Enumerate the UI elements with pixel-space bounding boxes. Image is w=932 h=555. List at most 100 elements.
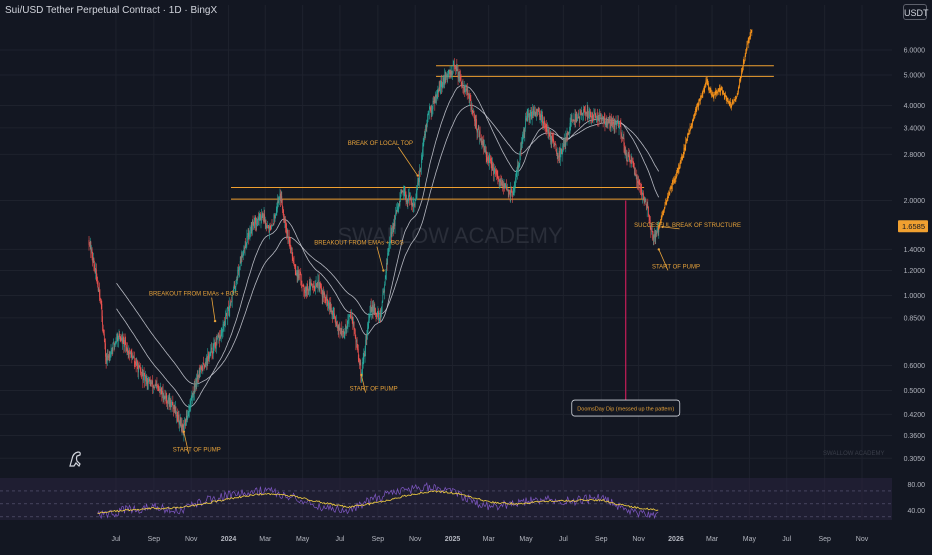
candle (346, 328, 348, 329)
candle (591, 115, 592, 119)
projection-candle (670, 186, 672, 188)
candle (451, 70, 453, 75)
candle (460, 80, 462, 83)
candle (275, 215, 277, 219)
candle (585, 111, 586, 115)
annotation-label: START OF PUMP (350, 387, 398, 393)
candle (599, 114, 601, 117)
candle (310, 281, 312, 285)
projection-candle (695, 108, 696, 114)
candle (198, 375, 199, 378)
candle (584, 109, 586, 112)
projection-candle (714, 91, 716, 95)
candle (401, 191, 403, 193)
projection-candle (697, 103, 699, 107)
candle (206, 357, 208, 363)
candle (261, 216, 262, 221)
candle (167, 401, 169, 403)
candle (109, 355, 111, 358)
projection-candle (750, 32, 752, 33)
candle (585, 112, 587, 115)
candle (421, 159, 423, 160)
candle (140, 367, 141, 373)
candle (330, 304, 332, 311)
candle (187, 414, 189, 416)
candle (652, 236, 654, 240)
candle (626, 153, 627, 154)
candle (277, 201, 278, 209)
candle (424, 134, 426, 136)
currency-badge[interactable]: USDT (903, 4, 929, 20)
candle (211, 347, 213, 354)
candle (171, 401, 172, 403)
candle (378, 311, 379, 320)
projection-candle (697, 103, 698, 106)
candle (520, 148, 522, 150)
projection-candle (681, 156, 682, 161)
candle (383, 291, 384, 293)
candle (397, 206, 398, 212)
candle (177, 415, 179, 421)
candle (556, 153, 558, 155)
projection-candle (719, 88, 720, 92)
x-tick-label: May (519, 536, 533, 543)
candle (348, 316, 350, 320)
candle (544, 117, 545, 125)
price-chart[interactable]: SWALLOW ACADEMY BREAK OF LOCAL TOP BREAKO… (0, 0, 932, 550)
candle (443, 77, 444, 81)
projection-candle (739, 78, 740, 86)
projection-candle (689, 127, 691, 132)
candle (648, 206, 649, 216)
projection-candle (690, 126, 692, 128)
candle (308, 282, 310, 290)
candle (436, 96, 437, 98)
candle (365, 339, 367, 341)
candle (581, 113, 583, 115)
candle (638, 181, 639, 185)
candle (113, 342, 114, 343)
projection-candle (711, 94, 713, 96)
candle (491, 164, 493, 171)
projection-candle (710, 88, 712, 94)
candle (160, 389, 161, 392)
candle (583, 108, 584, 114)
projection-candle (682, 156, 684, 159)
candle (542, 114, 543, 124)
candle (299, 274, 301, 276)
candle (219, 335, 221, 341)
candle (114, 343, 116, 344)
candle (639, 184, 641, 188)
candle (195, 383, 196, 388)
candle (274, 218, 276, 219)
candle (209, 351, 211, 354)
projection-candle (748, 39, 750, 41)
candle (428, 112, 430, 114)
candle (536, 109, 538, 111)
candle (311, 284, 313, 287)
candle (545, 127, 547, 129)
projection-candle (728, 101, 730, 103)
candle (100, 299, 101, 301)
projection-candle (724, 95, 726, 97)
candle (296, 272, 298, 277)
candle (590, 115, 592, 119)
candle (444, 75, 445, 85)
candle (125, 344, 127, 346)
candle (377, 311, 379, 313)
candle (208, 355, 210, 359)
candle (478, 126, 480, 137)
candle (189, 404, 191, 410)
candle (108, 355, 110, 358)
y-tick-label: 0.4200 (904, 412, 926, 419)
dino-icon[interactable] (69, 451, 81, 468)
candle (93, 258, 95, 265)
candle (589, 110, 591, 116)
candle (176, 415, 177, 417)
candle (144, 373, 146, 381)
candle (637, 181, 639, 183)
candle (178, 414, 179, 421)
candle (295, 270, 297, 276)
candle (566, 137, 567, 139)
x-tick-label: Mar (483, 536, 496, 543)
candle (360, 362, 362, 376)
